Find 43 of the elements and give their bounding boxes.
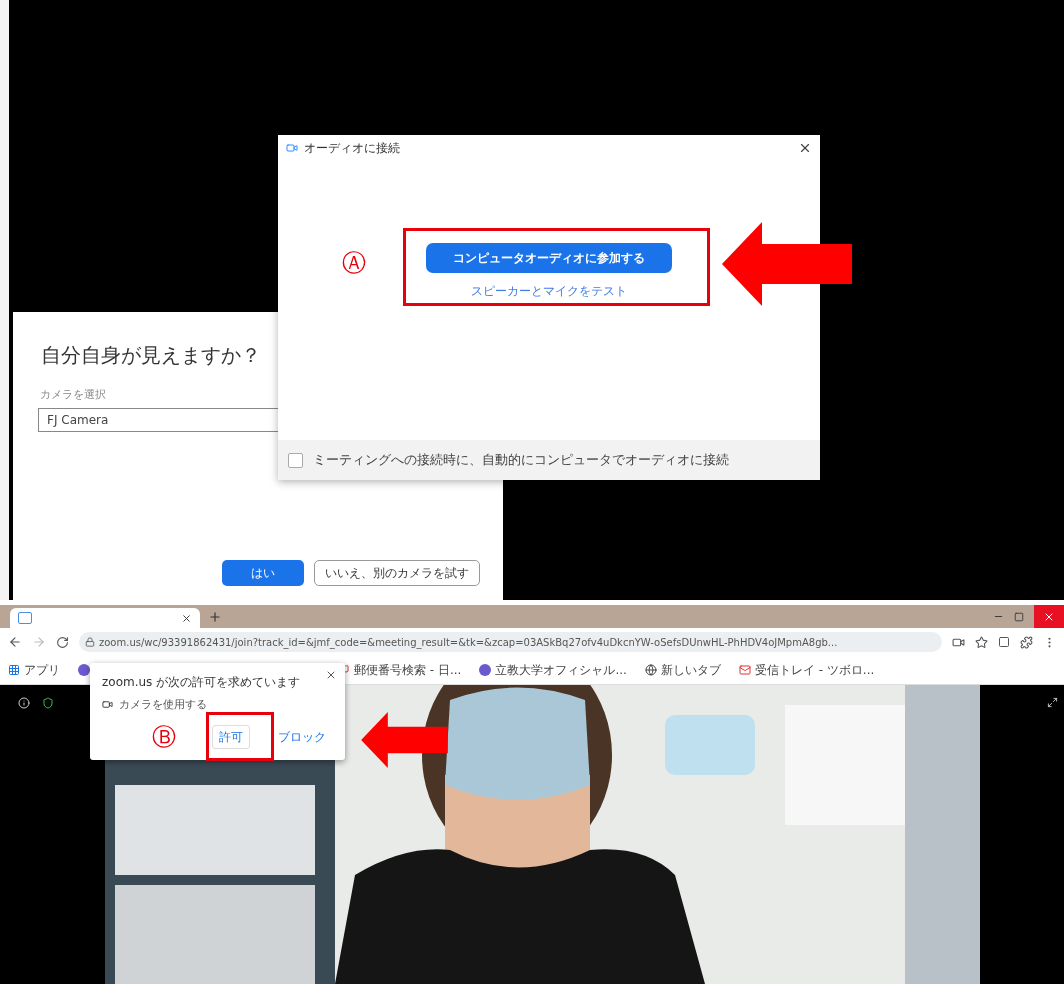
join-audio-button[interactable]: コンピュータオーディオに参加する xyxy=(426,243,672,273)
site-icon xyxy=(78,664,90,676)
test-audio-link[interactable]: スピーカーとマイクをテスト xyxy=(471,283,627,300)
back-icon[interactable] xyxy=(8,635,22,649)
bookmark-item[interactable]: 新しいタブ xyxy=(644,661,721,679)
site-icon xyxy=(479,664,492,676)
yes-button[interactable]: はい xyxy=(222,560,304,586)
tab-icon xyxy=(18,612,32,624)
permission-text: カメラを使用する xyxy=(119,697,207,712)
bookmark-icon[interactable] xyxy=(975,635,988,649)
field-label: カメラを選択 xyxy=(40,387,106,402)
annotation-label: Ⓐ xyxy=(342,251,366,275)
bookmark-item[interactable]: 受信トレイ - ツボロ... xyxy=(738,661,875,679)
highlight-frame xyxy=(206,712,274,761)
new-tab-icon[interactable] xyxy=(208,609,222,624)
annotation-label: Ⓑ xyxy=(152,725,176,749)
mail-icon xyxy=(738,664,751,676)
allow-button[interactable]: 許可 xyxy=(212,725,250,749)
url-text: zoom.us/wc/93391862431/join?track_id=&jmf_code=&meeting_result=&tk=&zcap=03ASkBq27ofv4uDkcnYW-oSefsDUnwHL-PhHDV4oJMpmA8gb... xyxy=(99,636,838,648)
video-icon xyxy=(286,142,298,154)
bookmark-item[interactable]: アプリ xyxy=(8,661,60,679)
camera-icon xyxy=(102,699,113,710)
auto-connect-checkbox[interactable] xyxy=(288,452,303,468)
globe-icon xyxy=(644,664,657,676)
fullscreen-icon[interactable] xyxy=(1047,697,1058,708)
dialog-title: 自分自身が見えますか？ xyxy=(41,342,261,369)
close-icon[interactable] xyxy=(798,141,812,155)
lock-icon xyxy=(85,637,95,647)
reload-icon[interactable] xyxy=(56,635,69,649)
checkbox-label: ミーティングへの接続時に、自動的にコンピュータでオーディオに接続 xyxy=(313,451,729,469)
apps-icon xyxy=(8,664,20,676)
info-icon[interactable] xyxy=(18,697,30,709)
close-icon[interactable] xyxy=(325,669,337,681)
address-bar[interactable]: zoom.us/wc/93391862431/join?track_id=&jmf_code=&meeting_result=&tk=&zcap=03ASkBq27ofv4uDkcnYW-oSefsDUnwHL-PhHDV4oJMpmA8gb... xyxy=(79,632,942,652)
bookmark-item[interactable]: 立教大学オフィシャル... xyxy=(479,661,627,679)
dialog-title: オーディオに接続 xyxy=(304,139,401,157)
try-another-camera-button[interactable]: いいえ、別のカメラを試す xyxy=(314,560,480,586)
maximize-icon[interactable] xyxy=(1014,611,1024,622)
extension-icon[interactable] xyxy=(998,636,1010,648)
close-icon[interactable] xyxy=(181,612,192,624)
popup-title: zoom.us が次の許可を求めています xyxy=(102,674,301,691)
shield-icon xyxy=(42,697,54,709)
extensions-icon[interactable] xyxy=(1020,635,1033,649)
